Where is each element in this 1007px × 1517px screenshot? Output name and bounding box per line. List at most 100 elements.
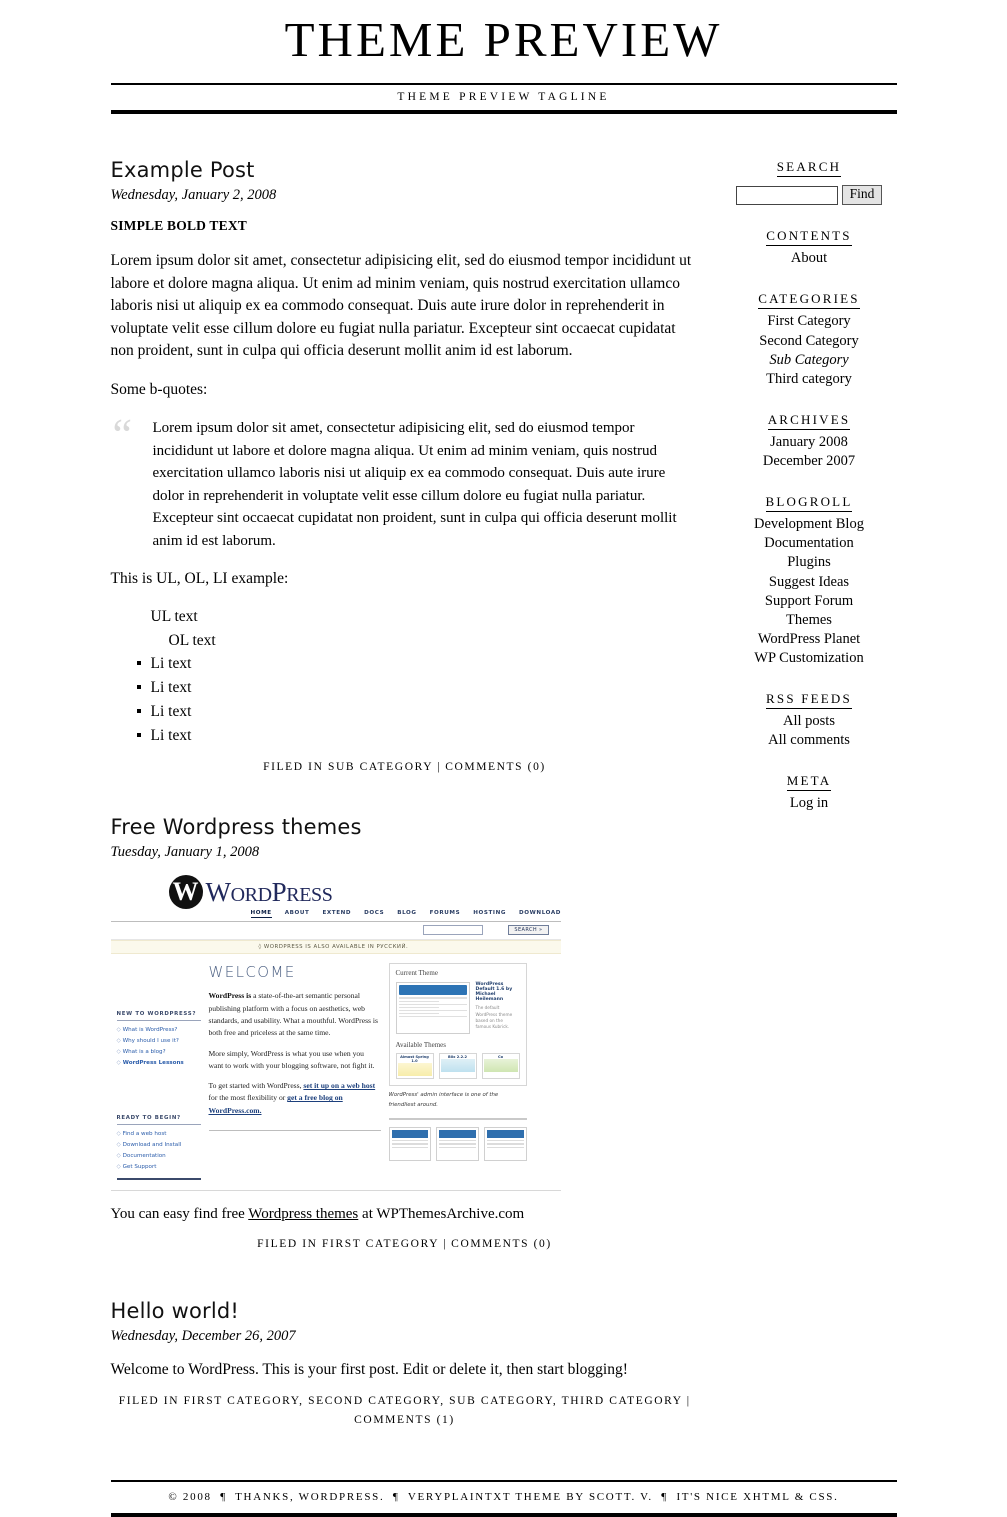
sidebar-item-all-comments[interactable]: All comments: [722, 731, 897, 750]
sidebar-item-development-blog[interactable]: Development Blog: [722, 515, 897, 534]
wp-nav-item-docs: DOCS: [364, 910, 385, 917]
main-columns: Example Post Wednesday, January 2, 2008 …: [110, 158, 897, 1439]
sidebar-item-january-2008[interactable]: January 2008: [722, 433, 897, 452]
wp-nav-item-download: DOWNLOAD: [519, 910, 562, 917]
wp-right-column: Current Theme WordPress Default 1.6 by M…: [388, 963, 527, 1179]
sidebar-item-second-category[interactable]: Second Category: [722, 332, 897, 351]
post-meta-filed[interactable]: FILED IN FIRST CATEGORY: [257, 1238, 439, 1250]
footer-xhtml-css[interactable]: IT'S NICE XHTML & CSS.: [676, 1491, 838, 1503]
post-paragraph: Welcome to WordPress. This is your first…: [110, 1361, 628, 1379]
list-item: Li text: [111, 652, 699, 676]
wp-header-row: W WORDPRESS HOME ABOUT EXTEND DOCS BLOG …: [110, 875, 562, 923]
wp-para1-bold: WordPress is: [208, 991, 252, 1001]
wp-search-button: SEARCH »: [508, 925, 549, 936]
post-meta-filed[interactable]: FILED IN SUB CATEGORY: [263, 761, 433, 773]
footer-theme-credit[interactable]: VERYPLAINTXT THEME BY SCOTT. V.: [408, 1491, 653, 1503]
post-meta-filed[interactable]: FILED IN FIRST CATEGORY, SECOND CATEGORY…: [119, 1395, 683, 1407]
sidebar-list-categories: First Category Second Category Sub Categ…: [722, 312, 897, 389]
sidebar-item-log-in[interactable]: Log in: [722, 794, 897, 813]
ol-demo-list: OL text: [111, 631, 699, 651]
caption-after: at WPThemesArchive.com: [358, 1205, 525, 1222]
ul-demo-list: UL text: [111, 607, 699, 627]
wp-newto-links: What is WordPress? Why should I use it? …: [117, 1025, 201, 1069]
wp-theme-card: Blix 2.2.2: [438, 1053, 477, 1080]
wp-available-themes-row: Almost Spring 1.0 Blix 2.2.2 Co: [395, 1053, 520, 1080]
wp-link: Documentation: [117, 1151, 201, 1162]
wp-nav-item-forums: FORUMS: [429, 910, 461, 917]
post-date: Tuesday, January 1, 2008: [110, 844, 260, 861]
sidebar-list-rss-feeds: All posts All comments: [722, 712, 897, 750]
wp-theme-desc: The default WordPress theme based on the…: [475, 1005, 513, 1030]
sidebar-item-december-2007[interactable]: December 2007: [722, 452, 897, 471]
wp-nav-item-home: HOME: [250, 910, 272, 919]
tagline-bar: THEME PREVIEW TAGLINE: [111, 85, 897, 110]
post-title[interactable]: Example Post: [111, 158, 699, 182]
sidebar-item-plugins[interactable]: Plugins: [722, 553, 897, 572]
wp-panel-caption: WordPress' admin interface is one of the…: [388, 1092, 499, 1108]
post-meta-comments[interactable]: COMMENTS (0): [445, 761, 546, 773]
site-title: THEME PREVIEW: [284, 12, 723, 67]
wp-card: [436, 1126, 479, 1161]
post-example-post: Example Post Wednesday, January 2, 2008 …: [111, 158, 699, 777]
wp-link: Find a web host: [117, 1129, 201, 1140]
search-submit-button[interactable]: Find: [841, 185, 883, 206]
sidebar-item-support-forum[interactable]: Support Forum: [722, 592, 897, 611]
wp-available-themes-title: Available Themes: [395, 1041, 446, 1050]
wp-link-setitup: set it up on a web host: [303, 1081, 376, 1091]
blockquote-text: Lorem ipsum dolor sit amet, consectetur …: [152, 420, 677, 549]
post-caption: You can easy find free Wordpress themes …: [111, 1204, 699, 1226]
post-title[interactable]: Free Wordpress themes: [111, 815, 699, 839]
site-header: THEME PREVIEW THEME PREVIEW TAGLINE: [110, 12, 897, 115]
sidebar-section-contents: CONTENTS About: [722, 227, 897, 268]
sidebar-section-archives: ARCHIVES January 2008 December 2007: [722, 411, 897, 471]
quote-mark-icon: “: [112, 410, 133, 460]
wp-ready-links: Find a web host Download and Install Doc…: [117, 1129, 201, 1173]
post-blockquote: “ Lorem ipsum dolor sit amet, consectetu…: [111, 413, 699, 552]
post-title[interactable]: Hello world!: [111, 1299, 699, 1323]
sidebar-item-third-category[interactable]: Third category: [722, 370, 897, 389]
sidebar-heading-archives: ARCHIVES: [767, 412, 851, 430]
post-meta-comments[interactable]: COMMENTS (0): [451, 1238, 552, 1250]
wp-nav: HOME ABOUT EXTEND DOCS BLOG FORUMS HOSTI…: [250, 910, 562, 919]
post-date: Wednesday, December 26, 2007: [110, 1328, 296, 1345]
wp-search-row: SEARCH »: [110, 922, 561, 941]
search-input[interactable]: [735, 185, 838, 205]
sidebar-item-about[interactable]: About: [722, 249, 897, 268]
quote-intro: Some b-quotes:: [110, 380, 208, 398]
wp-link: What is a blog?: [117, 1047, 201, 1058]
footer-thanks[interactable]: THANKS, WORDPRESS.: [235, 1491, 384, 1503]
sidebar-item-first-category[interactable]: First Category: [722, 312, 897, 331]
post-hello-world: Hello world! Wednesday, December 26, 200…: [111, 1299, 699, 1429]
post-meta: FILED IN FIRST CATEGORY | COMMENTS (0): [111, 1235, 699, 1254]
sidebar-item-sub-category[interactable]: Sub Category: [722, 351, 897, 370]
sidebar-item-themes[interactable]: Themes: [722, 611, 897, 630]
li-demo-list: Li text Li text Li text Li text: [111, 652, 699, 748]
sidebar-section-rss-feeds: RSS FEEDS All posts All comments: [722, 690, 897, 750]
sidebar-item-documentation[interactable]: Documentation: [722, 534, 897, 553]
post-meta-separator: |: [686, 1394, 691, 1407]
post-paragraph: Lorem ipsum dolor sit amet, consectetur …: [110, 252, 692, 360]
wp-link: Download and Install: [117, 1140, 201, 1151]
sidebar-item-wordpress-planet[interactable]: WordPress Planet: [722, 630, 897, 649]
sidebar-item-suggest-ideas[interactable]: Suggest Ideas: [722, 573, 897, 592]
wp-left-rule: [116, 1177, 201, 1180]
post-meta: FILED IN SUB CATEGORY | COMMENTS (0): [111, 758, 699, 777]
sidebar-heading-categories: CATEGORIES: [758, 291, 860, 310]
wordpress-badge-icon: W: [168, 875, 203, 910]
wp-language-bar: ◊ WORDPRESS IS ALSO AVAILABLE IN РУССКИЙ…: [110, 940, 561, 955]
wp-theme-card: Almost Spring 1.0: [395, 1053, 434, 1080]
search-form: Find: [722, 185, 897, 206]
wordpress-wordmark: WORDPRESS: [205, 876, 333, 907]
sidebar-heading-blogroll: BLOGROLL: [765, 494, 853, 513]
wp-middle-column: WELCOME WordPress is a state-of-the-art …: [208, 963, 381, 1179]
sidebar-item-wp-customization[interactable]: WP Customization: [722, 649, 897, 668]
site-tagline: THEME PREVIEW TAGLINE: [397, 91, 610, 104]
list-item: Li text: [111, 676, 699, 700]
wp-theme-thumbnail: [395, 982, 470, 1035]
sidebar-item-all-posts[interactable]: All posts: [722, 712, 897, 731]
wp-theme-card: Co: [481, 1053, 520, 1080]
wp-link: Why should I use it?: [117, 1036, 201, 1047]
wp-link: What is WordPress?: [117, 1025, 201, 1036]
wordpress-themes-link[interactable]: Wordpress themes: [248, 1206, 358, 1222]
footer-pilcrow-icon: ¶: [220, 1490, 227, 1503]
